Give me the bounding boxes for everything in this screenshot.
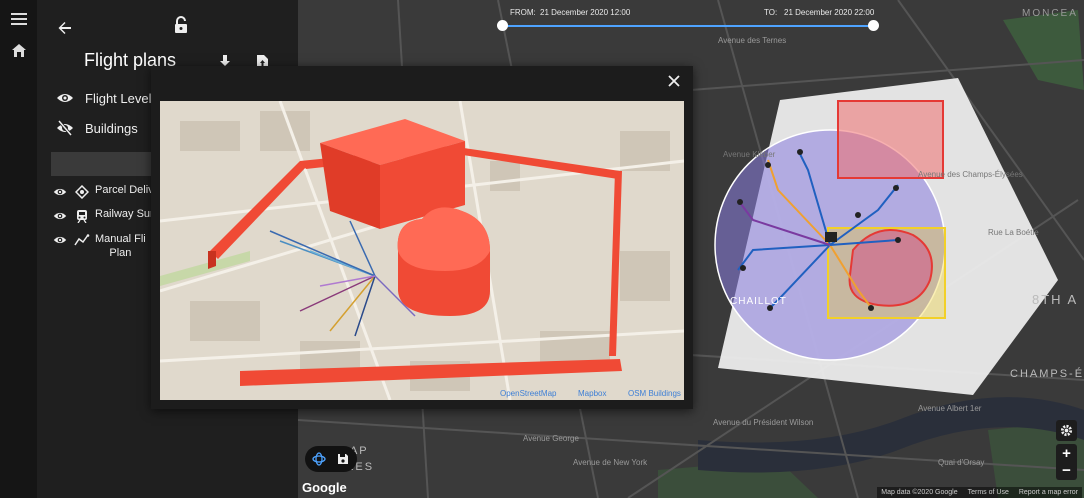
map-label: MONCEA [1022, 8, 1078, 19]
zoom-out-button[interactable]: − [1062, 462, 1071, 479]
home-icon[interactable] [8, 39, 30, 61]
zoom-control: + − [1056, 444, 1077, 480]
to-handle[interactable] [868, 20, 879, 31]
osm-attribution-link[interactable]: OpenStreetMap [500, 389, 556, 398]
map-label: CHAMPS-ÉLYSÉE [1010, 368, 1084, 380]
map-label: CHAILLOT [730, 296, 787, 307]
save-icon[interactable] [335, 451, 351, 467]
map-label: Avenue Kléber [723, 150, 776, 159]
from-value: 21 December 2020 12:00 [540, 8, 631, 17]
gear-icon[interactable] [1056, 420, 1077, 441]
mapbox-attribution-link[interactable]: Mapbox [578, 389, 606, 398]
eye-icon [55, 88, 75, 108]
menu-icon[interactable] [8, 8, 30, 30]
map-label: Rue La Boétie [988, 228, 1039, 237]
toggle-label: Flight Levels [85, 90, 158, 106]
train-icon [73, 208, 91, 224]
nav-rail [0, 0, 37, 498]
lock-open-icon[interactable] [169, 13, 193, 37]
arrow-back-icon[interactable] [53, 16, 77, 40]
eye-icon[interactable] [51, 184, 69, 200]
slider-track[interactable] [502, 25, 874, 27]
3d-rotation-icon[interactable] [311, 451, 327, 467]
close-icon[interactable] [665, 72, 683, 90]
eye-off-icon [55, 118, 75, 138]
map-label: Avenue George [523, 434, 579, 443]
eye-icon[interactable] [51, 208, 69, 224]
map-label: Avenue Albert 1er [918, 404, 982, 413]
map-label: Avenue de New York [573, 458, 648, 467]
map-label: Avenue des Ternes [718, 36, 787, 45]
map-label: Avenue des Champs-Élysées [918, 170, 1023, 179]
zoom-in-button[interactable]: + [1062, 445, 1071, 462]
toggle-label: Buildings [85, 120, 138, 136]
time-range-slider: FROM: 21 December 2020 12:00 TO: 21 Dece… [497, 0, 879, 36]
flight-plan-item-manual[interactable]: Manual Fli Plan [51, 232, 146, 260]
eye-icon[interactable] [51, 232, 69, 248]
map-label: Avenue du Président Wilson [713, 418, 814, 427]
osm-buildings-attribution-link[interactable]: OSM Buildings [628, 389, 681, 398]
from-label: FROM: [510, 8, 536, 17]
flight-plan-item-railway[interactable]: Railway Surv [51, 208, 159, 224]
report-error-link[interactable]: Report a map error [1019, 489, 1078, 496]
toggle-buildings[interactable]: Buildings [55, 118, 138, 138]
3d-scene [160, 101, 684, 400]
to-label: TO: [764, 8, 778, 17]
to-value: 21 December 2020 22:00 [784, 8, 875, 17]
drone-icon [73, 184, 91, 200]
toggle-flight-levels[interactable]: Flight Levels [55, 88, 158, 108]
bottom-toolbar [305, 446, 357, 472]
3d-map-view[interactable]: OpenStreetMap Mapbox OSM Buildings [160, 101, 684, 400]
terms-link[interactable]: Terms of Use [968, 489, 1009, 496]
map-label: 8TH A [1032, 292, 1079, 307]
3d-view-dialog: OpenStreetMap Mapbox OSM Buildings [151, 66, 693, 409]
map-data-credit: Map data ©2020 Google [881, 489, 958, 496]
manual-route-icon [73, 232, 91, 248]
flight-plan-item-parcel[interactable]: Parcel Delive [51, 184, 160, 200]
from-handle[interactable] [497, 20, 508, 31]
flight-plan-label: Railway Surv [95, 208, 160, 220]
flight-plan-label: Manual Fli Plan [95, 233, 146, 259]
map-footer: Map data ©2020 Google Terms of Use Repor… [877, 487, 1082, 498]
google-logo: Google [302, 480, 347, 495]
map-label: Quai d'Orsay [938, 458, 985, 467]
